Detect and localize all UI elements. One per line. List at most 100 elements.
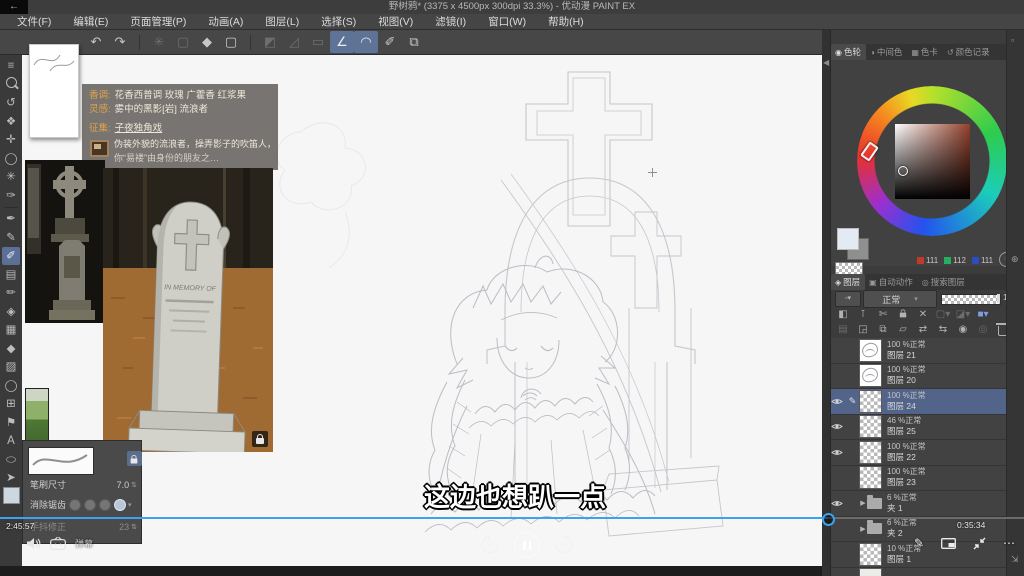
panel-tile-icon[interactable]: ▫ <box>1011 35 1014 45</box>
main-color-swatch[interactable] <box>837 228 859 250</box>
pip-icon[interactable] <box>941 538 956 549</box>
antialias-none[interactable] <box>69 499 81 511</box>
new-layer2-icon[interactable]: ⧉ <box>873 323 893 337</box>
timeline-handle[interactable] <box>822 513 835 526</box>
snap-icon[interactable]: ◩ <box>258 31 282 53</box>
fill-icon[interactable]: ◆ <box>195 31 219 53</box>
menu-8[interactable]: 滤镜(I) <box>424 14 477 30</box>
stabilizer-stepper[interactable]: ⇅ <box>131 523 137 531</box>
pen-tool[interactable]: ✒ <box>2 210 20 228</box>
wand-tool[interactable]: ✳ <box>2 168 20 186</box>
operate-tool[interactable]: ➤ <box>2 469 20 487</box>
menu-7[interactable]: 视图(V) <box>367 14 424 30</box>
redo-icon[interactable]: ↷ <box>108 31 132 53</box>
layer-visibility-icon[interactable] <box>831 499 846 508</box>
menu-1[interactable]: 文件(F) <box>6 14 62 30</box>
layer-row-图层 25[interactable]: 46 %正常图层 25 <box>831 415 1024 441</box>
undo-icon[interactable]: ↶ <box>84 31 108 53</box>
move-tool[interactable]: ✛ <box>2 131 20 149</box>
curve-tool-icon[interactable]: ◠ <box>354 31 378 53</box>
reference-layer-icon[interactable]: ⊺ <box>853 308 873 322</box>
scissors-icon[interactable]: ✄ <box>873 308 893 322</box>
snap-rect-icon[interactable]: ▭ <box>306 31 330 53</box>
menu-5[interactable]: 图层(L) <box>254 14 310 30</box>
antialias-row[interactable]: 消除锯齿 ▾ <box>30 498 137 511</box>
shrink-icon[interactable] <box>973 537 986 550</box>
antialias-medium[interactable] <box>99 499 111 511</box>
layer-row-paper[interactable] <box>831 568 1024 576</box>
layer-visibility-icon[interactable] <box>831 422 846 431</box>
blend-tool[interactable]: ◈ <box>2 303 20 321</box>
page-icon[interactable]: ⧉ <box>402 31 426 53</box>
line-tool-icon[interactable]: ∠ <box>330 31 354 53</box>
layer-row-图层 22[interactable]: 100 %正常图层 22 <box>831 440 1024 466</box>
layer-row-图层 24[interactable]: ✎100 %正常图层 24 <box>831 389 1024 415</box>
color-tab-1[interactable]: ◉色轮 <box>831 44 866 60</box>
blend-mode-select[interactable]: 正常▾ <box>863 290 937 308</box>
bucket-tool[interactable]: ◆ <box>2 340 20 358</box>
volume-icon[interactable] <box>26 537 41 550</box>
eyedropper-tool[interactable]: ✑ <box>2 187 20 205</box>
flow-tool[interactable]: ⚑ <box>2 414 20 432</box>
antialias-strong[interactable] <box>114 499 126 511</box>
property-lock-button[interactable] <box>127 451 142 466</box>
expand-icon[interactable]: ⇲ <box>1011 554 1019 565</box>
mask-menu-icon[interactable]: ◪▾ <box>953 308 973 322</box>
layer-row-图层 21[interactable]: 100 %正常图层 21 <box>831 338 1024 364</box>
ruler-menu-icon[interactable]: ▢▾ <box>933 308 953 322</box>
stabilizer-value[interactable]: 23 <box>119 522 129 532</box>
forward-button[interactable]: 30 <box>553 534 575 556</box>
brush-size-value[interactable]: 7.0 <box>117 480 130 490</box>
layers-tab-2[interactable]: ▣自动动作 <box>865 274 918 290</box>
crop-frame-icon[interactable]: ▢ <box>219 31 243 53</box>
pen-pressure-icon[interactable]: ✐ <box>378 31 402 53</box>
menu-4[interactable]: 动画(A) <box>197 14 254 30</box>
layers-tab-1[interactable]: ◈图层 <box>831 274 865 290</box>
more-icon[interactable]: ⋯ <box>1003 536 1016 550</box>
settings-icon[interactable]: ✳ <box>147 31 171 53</box>
menu-9[interactable]: 窗口(W) <box>477 14 537 30</box>
palette-color-icon[interactable]: ■▾ <box>973 308 993 322</box>
folder-expand-icon[interactable]: ▶ <box>859 525 867 533</box>
antialias-weak[interactable] <box>84 499 96 511</box>
pause-button[interactable] <box>514 532 540 558</box>
object-tool[interactable]: ❖ <box>2 113 20 131</box>
palette-combo[interactable]: ▫▾ <box>835 291 861 307</box>
zoom-tool[interactable] <box>2 76 20 94</box>
snap-angle-icon[interactable]: ◿ <box>282 31 306 53</box>
brush-size-row[interactable]: 笔刷尺寸 7.0 ⇅ <box>30 478 137 491</box>
frame-tool[interactable]: ⊞ <box>2 395 20 413</box>
reference-thumbnails[interactable] <box>25 160 105 323</box>
menu-3[interactable]: 页面管理(P) <box>119 14 197 30</box>
brush-tool[interactable]: ✐ <box>2 247 20 265</box>
color-tab-2[interactable]: ◑中间色 <box>866 44 907 60</box>
airbrush-tool[interactable]: ✏ <box>2 284 20 302</box>
layer-menu-icon[interactable]: ▤ <box>833 323 853 337</box>
merge-down-icon[interactable]: ⇆ <box>933 323 953 337</box>
tone-tool[interactable]: ▦ <box>2 321 20 339</box>
menu-2[interactable]: 编辑(E) <box>62 14 119 30</box>
figure-tool[interactable]: ◯ <box>2 377 20 395</box>
color-tab-4[interactable]: ↺颜色记录 <box>943 44 995 60</box>
text-tool[interactable]: A <box>2 432 20 450</box>
annotate-icon[interactable]: ✎ <box>914 536 924 550</box>
pencil-tool[interactable]: ✎ <box>2 229 20 247</box>
decoration-tool[interactable]: ▤ <box>2 266 20 284</box>
menu-6[interactable]: 选择(S) <box>310 14 367 30</box>
menu-10[interactable]: 帮助(H) <box>537 14 595 30</box>
layer-row-图层 20[interactable]: 100 %正常图层 20 <box>831 364 1024 390</box>
current-color-swatch[interactable] <box>3 487 20 504</box>
layer-visibility-icon[interactable] <box>831 397 846 406</box>
new-folder-icon[interactable]: ▱ <box>893 323 913 337</box>
tool-menu-icon[interactable]: ≡ <box>2 57 20 75</box>
panel-divider[interactable]: ◀ <box>822 30 830 576</box>
gradient-tool[interactable]: ▨ <box>2 358 20 376</box>
add-panel-icon[interactable]: ⊕ <box>1011 254 1019 265</box>
collapse-panel-icon[interactable]: ◀ <box>823 58 829 67</box>
lock-layer-icon[interactable] <box>893 308 913 322</box>
selection-icon[interactable]: ▢ <box>171 31 195 53</box>
opacity-slider[interactable] <box>941 294 1001 305</box>
sv-marker[interactable] <box>898 166 908 176</box>
color-tab-3[interactable]: ▦色卡 <box>907 44 943 60</box>
folder-expand-icon[interactable]: ▶ <box>859 499 867 507</box>
